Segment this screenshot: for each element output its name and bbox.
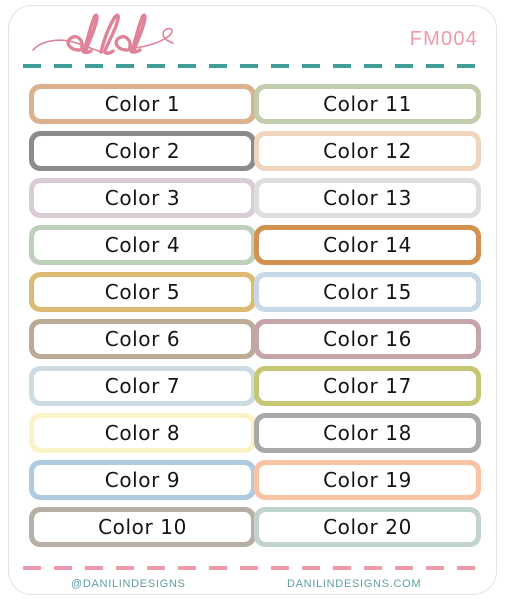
color-label-row[interactable]: Color 6	[29, 319, 256, 359]
label-column-left: Color 1 Color 2 Color 3 Color 4 Color 5 Color…	[29, 84, 256, 554]
color-label-inner: Color 2	[34, 136, 251, 166]
color-label-inner: Color 7	[34, 371, 251, 401]
color-label-row[interactable]: Color 1	[29, 84, 256, 124]
color-label-text: Color 13	[323, 186, 412, 210]
color-label-inner: Color 6	[34, 324, 251, 354]
color-label-inner: Color 10	[34, 512, 251, 542]
color-label-text: Color 7	[104, 374, 181, 398]
color-label-text: Color 8	[104, 421, 181, 445]
top-dashed-divider	[23, 64, 484, 68]
color-label-inner: Color 15	[259, 277, 476, 307]
color-label-row[interactable]: Color 8	[29, 413, 256, 453]
color-label-row[interactable]: Color 19	[254, 460, 481, 500]
social-handle: @DANILINDESIGNS	[71, 578, 186, 590]
color-label-row[interactable]: Color 13	[254, 178, 481, 218]
color-label-row[interactable]: Color 14	[254, 225, 481, 265]
color-label-row[interactable]: Color 5	[29, 272, 256, 312]
sticker-sheet: FM004 Color 1 Color 2 Color 3 Color 4 Color …	[8, 5, 497, 595]
color-label-inner: Color 12	[259, 136, 476, 166]
color-label-inner: Color 16	[259, 324, 476, 354]
color-label-inner: Color 8	[34, 418, 251, 448]
color-label-row[interactable]: Color 17	[254, 366, 481, 406]
color-label-inner: Color 1	[34, 89, 251, 119]
color-label-inner: Color 19	[259, 465, 476, 495]
color-label-text: Color 15	[323, 280, 412, 304]
color-label-inner: Color 20	[259, 512, 476, 542]
color-label-row[interactable]: Color 16	[254, 319, 481, 359]
color-label-row[interactable]: Color 7	[29, 366, 256, 406]
color-label-row[interactable]: Color 15	[254, 272, 481, 312]
bottom-dashed-divider	[23, 566, 484, 570]
color-label-row[interactable]: Color 12	[254, 131, 481, 171]
sheet-header: FM004	[9, 6, 498, 68]
color-label-text: Color 12	[323, 139, 412, 163]
color-label-text: Color 5	[104, 280, 181, 304]
label-grid: Color 1 Color 2 Color 3 Color 4 Color 5 Color…	[9, 84, 498, 554]
color-label-row[interactable]: Color 11	[254, 84, 481, 124]
sheet-sku: FM004	[409, 28, 478, 50]
color-label-text: Color 4	[104, 233, 181, 257]
color-label-row[interactable]: Color 20	[254, 507, 481, 547]
color-label-text: Color 18	[323, 421, 412, 445]
color-label-inner: Color 5	[34, 277, 251, 307]
color-label-row[interactable]: Color 9	[29, 460, 256, 500]
color-label-row[interactable]: Color 3	[29, 178, 256, 218]
color-label-text: Color 20	[323, 515, 412, 539]
color-label-row[interactable]: Color 10	[29, 507, 256, 547]
color-label-text: Color 16	[323, 327, 412, 351]
color-label-text: Color 1	[104, 92, 181, 116]
color-label-text: Color 10	[98, 515, 187, 539]
color-label-text: Color 14	[323, 233, 412, 257]
sheet-footer: @DANILINDESIGNS DANILINDESIGNS.COM	[9, 578, 498, 598]
color-label-inner: Color 4	[34, 230, 251, 260]
color-label-text: Color 17	[323, 374, 412, 398]
color-label-inner: Color 3	[34, 183, 251, 213]
color-label-inner: Color 9	[34, 465, 251, 495]
color-label-text: Color 6	[104, 327, 181, 351]
color-label-text: Color 2	[104, 139, 181, 163]
label-column-right: Color 11 Color 12 Color 13 Color 14 Color 15…	[254, 84, 481, 554]
color-label-inner: Color 18	[259, 418, 476, 448]
color-label-text: Color 11	[323, 92, 412, 116]
color-label-text: Color 19	[323, 468, 412, 492]
dld-logo	[31, 12, 201, 64]
color-label-text: Color 3	[104, 186, 181, 210]
color-label-inner: Color 14	[259, 230, 476, 260]
website-url: DANILINDESIGNS.COM	[287, 578, 422, 590]
color-label-inner: Color 11	[259, 89, 476, 119]
color-label-row[interactable]: Color 18	[254, 413, 481, 453]
color-label-inner: Color 17	[259, 371, 476, 401]
color-label-inner: Color 13	[259, 183, 476, 213]
color-label-row[interactable]: Color 4	[29, 225, 256, 265]
color-label-text: Color 9	[104, 468, 181, 492]
color-label-row[interactable]: Color 2	[29, 131, 256, 171]
